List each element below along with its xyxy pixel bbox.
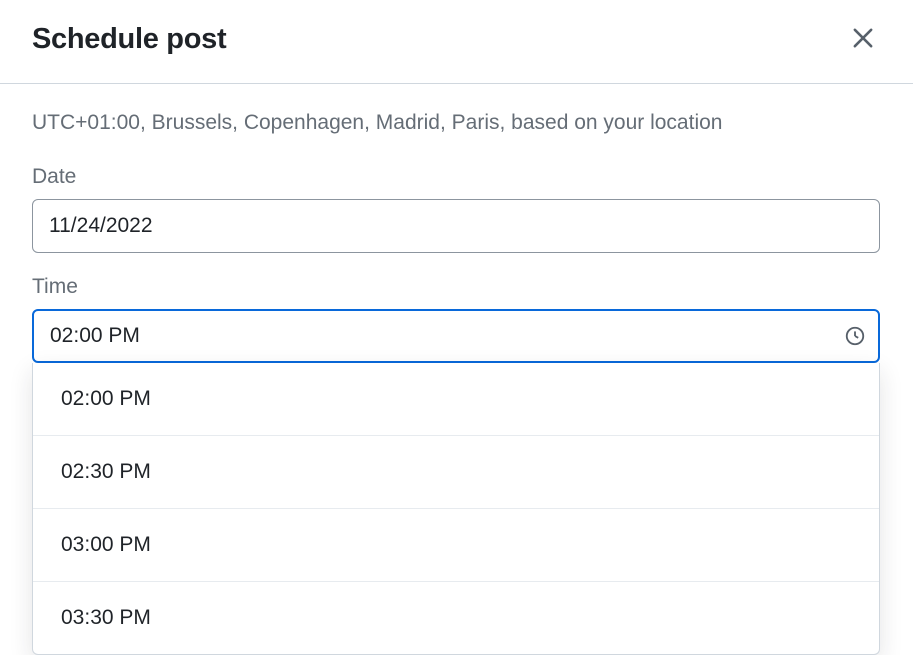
time-option[interactable]: 03:30 PM — [33, 582, 879, 654]
close-button[interactable] — [845, 20, 881, 59]
time-input[interactable] — [32, 309, 880, 363]
time-field-group: Time 02:00 PM 02:30 PM 03:00 PM 03:30 PM — [32, 275, 881, 363]
time-input-wrapper: 02:00 PM 02:30 PM 03:00 PM 03:30 PM — [32, 309, 880, 363]
timezone-info: UTC+01:00, Brussels, Copenhagen, Madrid,… — [32, 108, 881, 137]
date-label: Date — [32, 165, 881, 189]
modal-body: UTC+01:00, Brussels, Copenhagen, Madrid,… — [0, 84, 913, 409]
date-field-group: Date — [32, 165, 881, 253]
time-label: Time — [32, 275, 881, 299]
time-dropdown: 02:00 PM 02:30 PM 03:00 PM 03:30 PM — [32, 363, 880, 655]
modal-header: Schedule post — [0, 0, 913, 84]
time-option[interactable]: 02:30 PM — [33, 436, 879, 509]
date-input[interactable] — [32, 199, 880, 253]
time-option[interactable]: 03:00 PM — [33, 509, 879, 582]
time-option[interactable]: 02:00 PM — [33, 363, 879, 436]
schedule-post-modal: Schedule post UTC+01:00, Brussels, Copen… — [0, 0, 913, 628]
modal-title: Schedule post — [32, 23, 226, 56]
close-icon — [849, 24, 877, 55]
